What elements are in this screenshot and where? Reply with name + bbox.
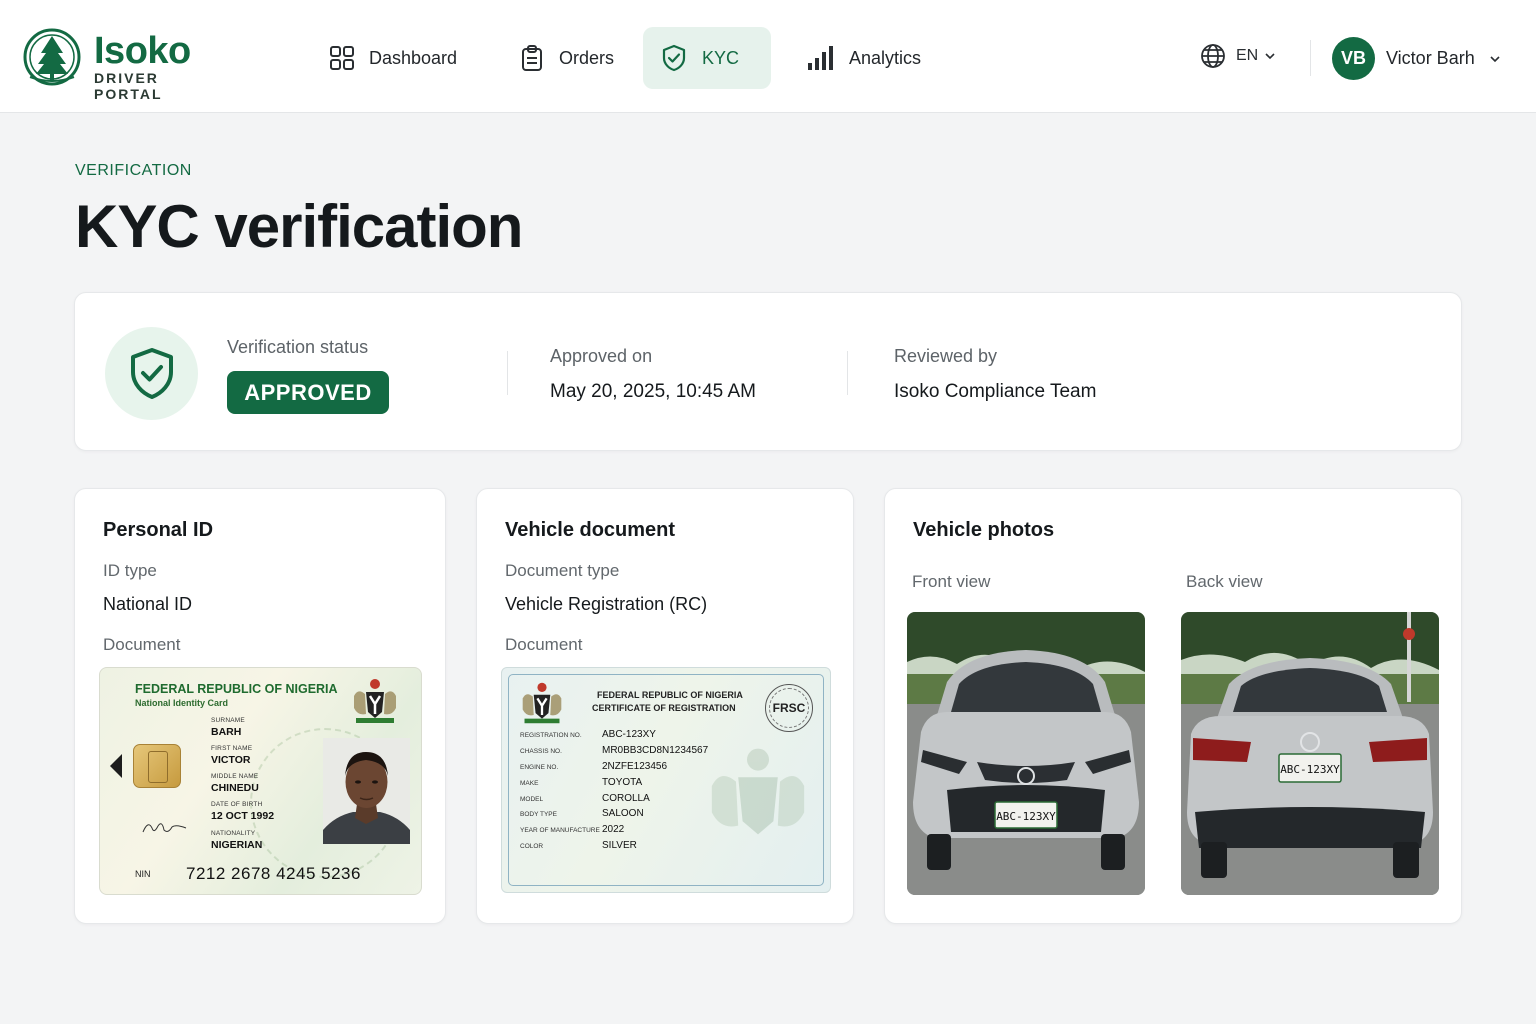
nationality-value: NIGERIAN: [211, 839, 263, 851]
nav-analytics-label: Analytics: [849, 47, 922, 68]
arrow-marker: [110, 754, 122, 778]
nationality-label: NATIONALITY: [211, 830, 256, 837]
nav-orders[interactable]: Orders: [502, 27, 630, 89]
rc-row-label: YEAR OF MANUFACTURE: [520, 827, 600, 834]
rc-row-value: SILVER: [602, 840, 637, 851]
registration-certificate-image[interactable]: FEDERAL REPUBLIC OF NIGERIA CERTIFICATE …: [501, 667, 831, 893]
header-divider: [1310, 40, 1311, 76]
approved-on-value: May 20, 2025, 10:45 AM: [550, 381, 756, 402]
rc-row-label: REGISTRATION NO.: [520, 732, 582, 739]
grid-icon: [330, 46, 354, 70]
status-pill: APPROVED: [227, 371, 389, 414]
user-menu[interactable]: VB Victor Barh: [1332, 37, 1501, 80]
surname-label: SURNAME: [211, 717, 245, 724]
rc-row-label: ENGINE NO.: [520, 764, 559, 771]
divider: [507, 351, 508, 395]
certificate-header: FEDERAL REPUBLIC OF NIGERIA: [597, 690, 743, 700]
front-plate: ABC-123XY: [996, 810, 1056, 823]
user-name: Victor Barh: [1386, 48, 1475, 68]
rc-row-value: 2NZFE123456: [602, 761, 668, 772]
nav-dashboard-label: Dashboard: [369, 47, 458, 68]
rc-row-label: COLOR: [520, 843, 544, 850]
language-value: EN: [1236, 47, 1259, 64]
rc-row-value: 2022: [602, 824, 625, 835]
first-name-label: FIRST NAME: [211, 745, 253, 752]
personal-id-title: Personal ID: [103, 519, 214, 541]
brand-subtitle: DRIVER PORTAL: [94, 70, 163, 102]
id-portrait-photo: [323, 738, 410, 844]
id-header: FEDERAL REPUBLIC OF NIGERIA: [135, 682, 338, 696]
dob-value: 12 OCT 1992: [211, 810, 275, 822]
top-bar: Isoko DRIVER PORTAL Dashboard Orders KYC: [0, 0, 1536, 113]
avatar: VB: [1332, 37, 1375, 80]
dob-label: DATE OF BIRTH: [211, 801, 263, 808]
nav-kyc[interactable]: KYC: [643, 27, 771, 89]
document-label: Document: [103, 635, 181, 654]
nav-kyc-label: KYC: [702, 47, 740, 68]
reviewed-by-value: Isoko Compliance Team: [894, 381, 1097, 402]
logo[interactable]: Isoko DRIVER PORTAL: [22, 27, 222, 102]
front-view-photo[interactable]: ABC-123XY: [907, 612, 1145, 895]
divider: [847, 351, 848, 395]
signature-image: [142, 823, 187, 833]
document-type-value: Vehicle Registration (RC): [505, 594, 708, 614]
verification-status-card: Verification status APPROVED Approved on…: [74, 292, 1462, 451]
document-type-label: Document type: [505, 561, 620, 580]
chevron-down-icon: [1490, 55, 1500, 62]
middle-name-label: MIDDLE NAME: [211, 773, 259, 780]
frsc-seal: FRSC: [765, 684, 813, 732]
coat-of-arms-watermark: [711, 748, 805, 835]
rc-row-label: BODY TYPE: [520, 811, 557, 818]
rc-row-label: MODEL: [520, 796, 544, 803]
front-view-label: Front view: [912, 572, 991, 591]
rc-row-value: TOYOTA: [602, 777, 643, 788]
shield-check-icon: [130, 347, 173, 399]
nin-label: NIN: [135, 869, 151, 879]
status-badge: [105, 327, 198, 420]
id-type-value: National ID: [103, 594, 193, 614]
back-plate: ABC-123XY: [1280, 763, 1340, 776]
nav-dashboard[interactable]: Dashboard: [312, 27, 473, 89]
first-name-value: VICTOR: [211, 754, 251, 766]
language-selector[interactable]: EN: [1200, 43, 1276, 69]
bar-chart-icon: [808, 46, 833, 70]
globe-icon: [1201, 44, 1225, 68]
national-id-document-image[interactable]: FEDERAL REPUBLIC OF NIGERIA National Ide…: [99, 667, 422, 895]
chip-icon: [133, 744, 181, 788]
document-label: Document: [505, 635, 583, 654]
reviewed-by-label: Reviewed by: [894, 346, 998, 366]
rc-row-value: MR0BB3CD8N1234567: [602, 745, 709, 756]
vehicle-photos-title: Vehicle photos: [913, 519, 1055, 541]
rc-row-value: COROLLA: [602, 793, 650, 804]
certificate-subheader: CERTIFICATE OF REGISTRATION: [592, 703, 736, 713]
id-subheader: National Identity Card: [135, 698, 229, 708]
vehicle-document-card: Vehicle document Document type Vehicle R…: [476, 488, 854, 924]
shield-check-icon: [662, 44, 686, 72]
approved-on-label: Approved on: [550, 346, 653, 366]
tree-logo-icon: [23, 28, 81, 86]
vehicle-photos-card: Vehicle photos Front view Back view ABC-…: [884, 488, 1462, 924]
page-eyebrow: VERIFICATION: [75, 162, 192, 179]
middle-name-value: CHINEDU: [211, 782, 259, 794]
clipboard-icon: [522, 45, 542, 71]
nav-orders-label: Orders: [559, 47, 615, 68]
rc-row-value: SALOON: [602, 808, 644, 819]
rc-row-label: CHASSIS NO.: [520, 748, 562, 755]
back-view-photo[interactable]: ABC-123XY: [1181, 612, 1439, 895]
vehicle-document-title: Vehicle document: [505, 519, 676, 541]
personal-id-card: Personal ID ID type National ID Document…: [74, 488, 446, 924]
id-type-label: ID type: [103, 561, 157, 580]
coat-of-arms-icon: [522, 682, 562, 724]
surname-value: BARH: [211, 726, 242, 738]
page-title: KYC verification: [75, 193, 523, 260]
coat-of-arms-icon: [354, 679, 396, 723]
status-label: Verification status: [227, 337, 369, 357]
back-view-label: Back view: [1186, 572, 1263, 591]
chevron-down-icon: [1265, 53, 1275, 60]
nav-analytics[interactable]: Analytics: [790, 27, 937, 89]
brand-name: Isoko: [94, 30, 191, 72]
rc-row-value: ABC-123XY: [602, 729, 656, 740]
nin-value: 7212 2678 4245 5236: [186, 864, 361, 883]
rc-row-label: MAKE: [520, 780, 539, 787]
